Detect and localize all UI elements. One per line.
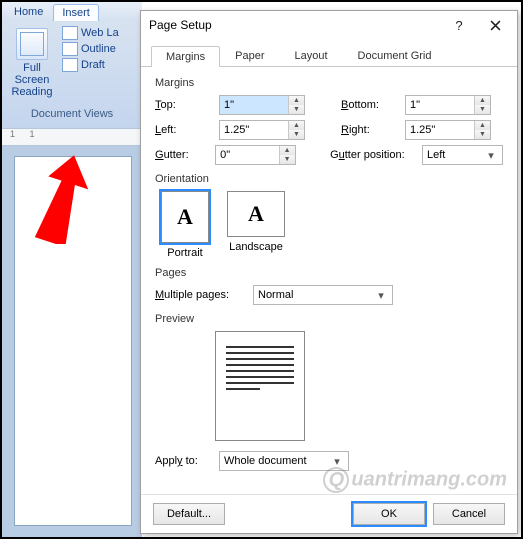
spin-down-icon[interactable]: ▼ [475, 105, 490, 114]
cancel-button[interactable]: Cancel [433, 503, 505, 525]
portrait-icon: A [161, 191, 209, 243]
left-spinner[interactable]: ▲▼ [219, 120, 305, 140]
chevron-down-icon: ▾ [330, 455, 344, 468]
right-spinner[interactable]: ▲▼ [405, 120, 491, 140]
close-button[interactable] [477, 14, 513, 36]
weblayout-icon [62, 26, 78, 40]
left-input[interactable] [220, 121, 288, 139]
outline-label: Outline [81, 43, 116, 55]
gutter-position-combo[interactable]: Left ▾ [422, 145, 503, 165]
draft-button[interactable]: Draft [62, 58, 119, 72]
fullscreen-reading-icon [16, 28, 48, 60]
apply-to-label: Apply to: [155, 455, 213, 467]
ribbon-group-views: Full Screen Reading Web La Outline Draft [2, 22, 142, 104]
spin-down-icon[interactable]: ▼ [289, 105, 304, 114]
document-area [2, 146, 142, 537]
pages-group: Pages Multiple pages: Normal ▾ [155, 267, 503, 305]
ok-button[interactable]: OK [353, 503, 425, 525]
bottom-spinner[interactable]: ▲▼ [405, 95, 491, 115]
ribbon: Home Insert Full Screen Reading Web La O… [2, 2, 142, 128]
document-page[interactable] [14, 156, 132, 526]
margins-group: Margins Top: ▲▼ Bottom: ▲▼ Left: ▲▼ [155, 77, 503, 165]
landscape-label: Landscape [229, 241, 283, 253]
gutter-position-value: Left [427, 149, 484, 161]
right-input[interactable] [406, 121, 474, 139]
preview-thumbnail [215, 331, 305, 441]
spin-down-icon[interactable]: ▼ [475, 130, 490, 139]
gutter-spinner[interactable]: ▲▼ [215, 145, 295, 165]
weblayout-button[interactable]: Web La [62, 26, 119, 40]
apply-to-combo[interactable]: Whole document ▾ [219, 451, 349, 471]
margins-heading: Margins [155, 77, 503, 89]
preview-group: Preview [155, 313, 503, 441]
ribbon-tab-insert[interactable]: Insert [53, 4, 99, 21]
spin-up-icon[interactable]: ▲ [475, 96, 490, 105]
orientation-heading: Orientation [155, 173, 503, 185]
tab-document-grid[interactable]: Document Grid [343, 45, 447, 66]
chevron-down-icon: ▾ [484, 149, 498, 162]
left-label: Left: [155, 124, 213, 136]
gutter-position-label: Gutter position: [330, 149, 416, 161]
multiple-pages-value: Normal [258, 289, 374, 301]
default-button[interactable]: Default... [153, 503, 225, 525]
fullscreen-reading-button[interactable]: Full Screen Reading [6, 26, 58, 100]
chevron-down-icon: ▾ [374, 289, 388, 302]
dialog-footer: Default... OK Cancel [141, 494, 517, 533]
ribbon-tabstrip: Home Insert [2, 2, 142, 22]
page-setup-dialog: Page Setup ? Margins Paper Layout Docume… [140, 10, 518, 534]
ribbon-tab-home[interactable]: Home [6, 4, 51, 20]
outline-icon [62, 42, 78, 56]
fullscreen-reading-label: Full Screen Reading [8, 62, 56, 98]
dialog-title: Page Setup [149, 18, 441, 32]
orientation-group: Orientation A Portrait A Landscape [155, 173, 503, 259]
tab-paper[interactable]: Paper [220, 45, 279, 66]
landscape-icon: A [227, 191, 285, 237]
gutter-input[interactable] [216, 146, 278, 164]
bottom-label: Bottom: [341, 99, 399, 111]
tab-layout[interactable]: Layout [279, 45, 342, 66]
horizontal-ruler[interactable]: 1 1 [2, 128, 142, 146]
spin-up-icon[interactable]: ▲ [280, 146, 295, 155]
multiple-pages-combo[interactable]: Normal ▾ [253, 285, 393, 305]
dialog-titlebar[interactable]: Page Setup ? [141, 11, 517, 39]
dialog-pane: Margins Top: ▲▼ Bottom: ▲▼ Left: ▲▼ [141, 67, 517, 494]
portrait-label: Portrait [167, 247, 202, 259]
top-spinner[interactable]: ▲▼ [219, 95, 305, 115]
weblayout-label: Web La [81, 27, 119, 39]
dialog-tabstrip: Margins Paper Layout Document Grid [141, 39, 517, 67]
top-input[interactable] [220, 96, 288, 114]
spin-up-icon[interactable]: ▲ [289, 96, 304, 105]
spin-down-icon[interactable]: ▼ [280, 155, 295, 164]
outline-button[interactable]: Outline [62, 42, 119, 56]
landscape-option[interactable]: A Landscape [227, 191, 285, 259]
spin-up-icon[interactable]: ▲ [289, 121, 304, 130]
apply-to-value: Whole document [224, 455, 330, 467]
preview-heading: Preview [155, 313, 503, 325]
top-label: Top: [155, 99, 213, 111]
pages-heading: Pages [155, 267, 503, 279]
ribbon-group-label: Document Views [2, 106, 142, 122]
close-icon [490, 20, 501, 31]
spin-up-icon[interactable]: ▲ [475, 121, 490, 130]
tab-margins[interactable]: Margins [151, 46, 220, 67]
spin-down-icon[interactable]: ▼ [289, 130, 304, 139]
portrait-option[interactable]: A Portrait [161, 191, 209, 259]
draft-icon [62, 58, 78, 72]
multiple-pages-label: Multiple pages: [155, 289, 247, 301]
right-label: Right: [341, 124, 399, 136]
bottom-input[interactable] [406, 96, 474, 114]
help-button[interactable]: ? [441, 14, 477, 36]
gutter-label: Gutter: [155, 149, 209, 161]
draft-label: Draft [81, 59, 105, 71]
